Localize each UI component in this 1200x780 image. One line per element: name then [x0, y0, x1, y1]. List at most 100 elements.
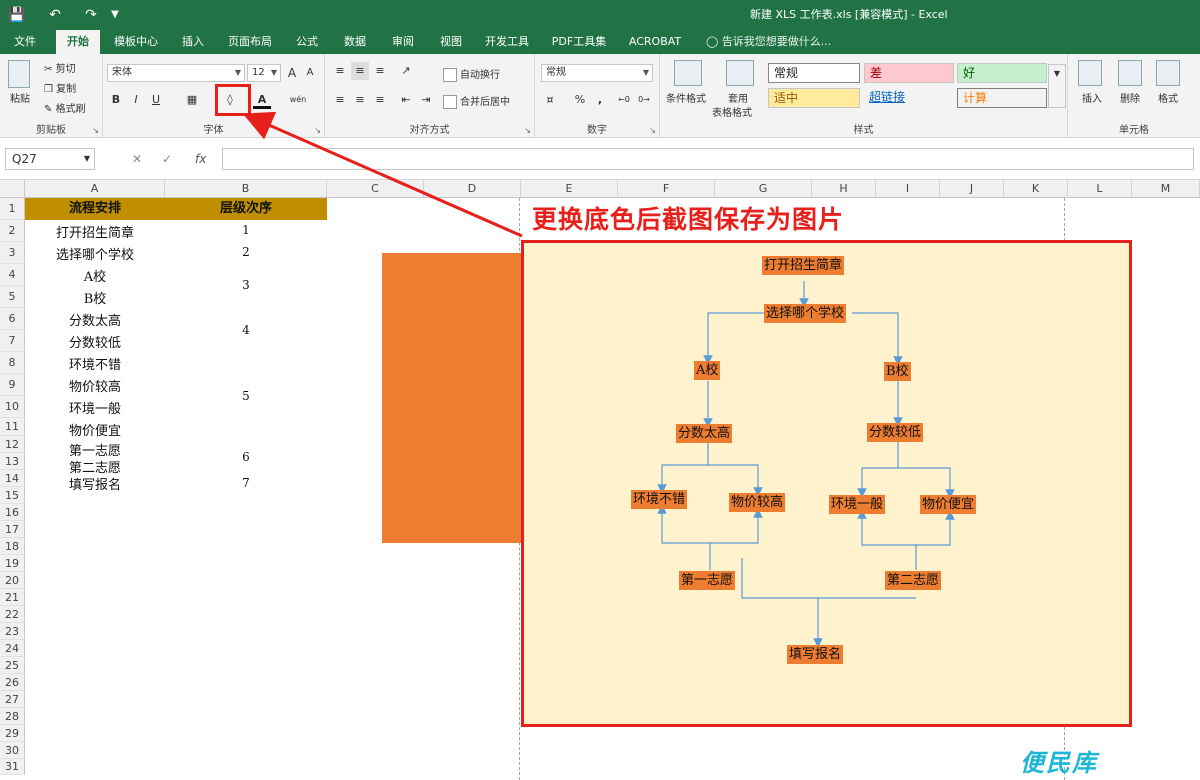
row-header[interactable]: 10 — [0, 396, 25, 418]
cell-a4[interactable]: A校 — [25, 266, 165, 285]
row-header[interactable]: 19 — [0, 555, 25, 572]
phonetic-button[interactable]: wén — [289, 91, 307, 109]
cell-a6[interactable]: 分数太高 — [25, 310, 165, 329]
table-format-button-line2[interactable]: 表格格式 — [712, 104, 752, 119]
format-cells-icon[interactable] — [1156, 60, 1180, 86]
wrap-text-button[interactable]: 自动换行 — [443, 66, 500, 82]
row-header[interactable]: 5 — [0, 286, 25, 308]
cell-a5[interactable]: B校 — [25, 288, 165, 307]
cell-b2[interactable]: 1 — [165, 223, 327, 237]
style-neutral[interactable]: 适中 — [768, 88, 860, 108]
row-header[interactable]: 3 — [0, 242, 25, 264]
row-header[interactable]: 8 — [0, 352, 25, 374]
formula-input[interactable] — [222, 148, 1194, 170]
align-top-icon[interactable]: ≡ — [331, 62, 349, 80]
flowchart-panel[interactable]: 打开招生简章 选择哪个学校 A校 B校 分数太高 分数较低 环境不错 物价较高 … — [521, 240, 1132, 727]
row-header[interactable]: 12 — [0, 436, 25, 453]
styles-more-icon[interactable]: ▼ — [1048, 64, 1066, 108]
flow-node-score-high[interactable]: 分数太高 — [676, 424, 733, 443]
column-header-f[interactable]: F — [618, 180, 715, 198]
launcher-icon[interactable]: ↘ — [92, 126, 99, 135]
row-header[interactable]: 23 — [0, 623, 25, 640]
orientation-icon[interactable]: ↗ — [397, 62, 415, 80]
tab-view[interactable]: 视图 — [430, 30, 472, 54]
style-normal[interactable]: 常规 — [768, 63, 860, 83]
tab-insert[interactable]: 插入 — [172, 30, 214, 54]
bold-button[interactable]: B — [107, 91, 125, 109]
italic-button[interactable]: I — [127, 91, 145, 109]
row-header[interactable]: 18 — [0, 538, 25, 555]
comma-button[interactable]: , — [591, 91, 609, 109]
flow-node-school-a[interactable]: A校 — [694, 361, 721, 380]
increase-decimal-icon[interactable]: ←0 — [615, 91, 633, 109]
flow-node-price-high[interactable]: 物价较高 — [729, 493, 786, 512]
cell-a2[interactable]: 打开招生简章 — [25, 222, 165, 241]
column-header-e[interactable]: E — [521, 180, 618, 198]
cell-a9[interactable]: 物价较高 — [25, 376, 165, 395]
column-header-l[interactable]: L — [1068, 180, 1132, 198]
format-cells-button[interactable]: 格式 — [1158, 90, 1178, 105]
table-format-button[interactable]: 套用 — [728, 90, 748, 105]
row-header[interactable]: 1 — [0, 198, 25, 220]
row-header[interactable]: 25 — [0, 657, 25, 674]
row-header[interactable]: 16 — [0, 504, 25, 521]
row-header[interactable]: 6 — [0, 308, 25, 330]
number-format-select[interactable]: 常规 ▼ — [541, 64, 653, 82]
customize-icon[interactable]: ▼ — [104, 0, 126, 30]
row-header[interactable]: 15 — [0, 487, 25, 504]
name-box[interactable]: Q27 ▼ — [5, 148, 95, 170]
align-center-icon[interactable]: ≡ — [351, 91, 369, 109]
row-header[interactable]: 30 — [0, 742, 25, 759]
underline-button[interactable]: U — [147, 91, 165, 109]
flow-node-school-b[interactable]: B校 — [884, 362, 911, 381]
column-header-b[interactable]: B — [165, 180, 327, 198]
row-header[interactable]: 13 — [0, 453, 25, 470]
tell-me-box[interactable]: ◯ 告诉我您想要做什么... — [706, 30, 831, 54]
flow-node-choose-school[interactable]: 选择哪个学校 — [764, 304, 847, 323]
column-header-g[interactable]: G — [715, 180, 812, 198]
flow-node-fill-form[interactable]: 填写报名 — [787, 645, 844, 664]
column-header-h[interactable]: H — [812, 180, 876, 198]
flow-node-second-choice[interactable]: 第二志愿 — [885, 571, 942, 590]
row-header[interactable]: 28 — [0, 708, 25, 725]
row-header[interactable]: 17 — [0, 521, 25, 538]
tab-acrobat[interactable]: ACROBAT — [622, 30, 688, 54]
cut-button[interactable]: ✂ 剪切 — [44, 60, 76, 75]
align-middle-icon[interactable]: ≡ — [351, 62, 369, 80]
cancel-icon[interactable]: ✕ — [132, 148, 142, 170]
row-header[interactable]: 26 — [0, 674, 25, 691]
row-header[interactable]: 14 — [0, 470, 25, 487]
column-header-k[interactable]: K — [1004, 180, 1068, 198]
column-header-m[interactable]: M — [1132, 180, 1200, 198]
align-left-icon[interactable]: ≡ — [331, 91, 349, 109]
flow-node-price-low[interactable]: 物价便宜 — [920, 495, 977, 514]
undo-icon[interactable]: ↶ — [44, 0, 66, 30]
font-size-select[interactable]: 12 ▼ — [247, 64, 281, 82]
cell-b6[interactable]: 4 — [165, 323, 327, 337]
redo-icon[interactable]: ↷ — [80, 0, 102, 30]
tab-developer[interactable]: 开发工具 — [478, 30, 536, 54]
table-format-icon[interactable] — [726, 60, 754, 86]
conditional-format-button[interactable]: 条件格式 — [666, 90, 706, 105]
tab-template-center[interactable]: 模板中心 — [108, 30, 164, 54]
format-painter-button[interactable]: ✎ 格式刷 — [44, 100, 86, 115]
insert-function-button[interactable]: fx — [195, 148, 206, 170]
orange-shape[interactable] — [382, 253, 522, 543]
row-header[interactable]: 24 — [0, 640, 25, 657]
flow-node-open-brochure[interactable]: 打开招生简章 — [762, 256, 845, 275]
align-bottom-icon[interactable]: ≡ — [371, 62, 389, 80]
row-header[interactable]: 11 — [0, 418, 25, 436]
row-header[interactable]: 20 — [0, 572, 25, 589]
row-header[interactable]: 27 — [0, 691, 25, 708]
cell-a8[interactable]: 环境不错 — [25, 354, 165, 373]
delete-cells-button[interactable]: 删除 — [1120, 90, 1140, 105]
launcher-icon[interactable]: ↘ — [314, 126, 321, 135]
tab-formulas[interactable]: 公式 — [286, 30, 328, 54]
tab-pdf-tools[interactable]: PDF工具集 — [546, 30, 612, 54]
style-calculation[interactable]: 计算 — [957, 88, 1047, 108]
header-cell-b1[interactable]: 层级次序 — [165, 198, 327, 220]
flow-node-env-good[interactable]: 环境不错 — [631, 490, 688, 509]
tab-home[interactable]: 开始 — [56, 30, 100, 54]
header-cell-a1[interactable]: 流程安排 — [25, 198, 165, 220]
align-right-icon[interactable]: ≡ — [371, 91, 389, 109]
